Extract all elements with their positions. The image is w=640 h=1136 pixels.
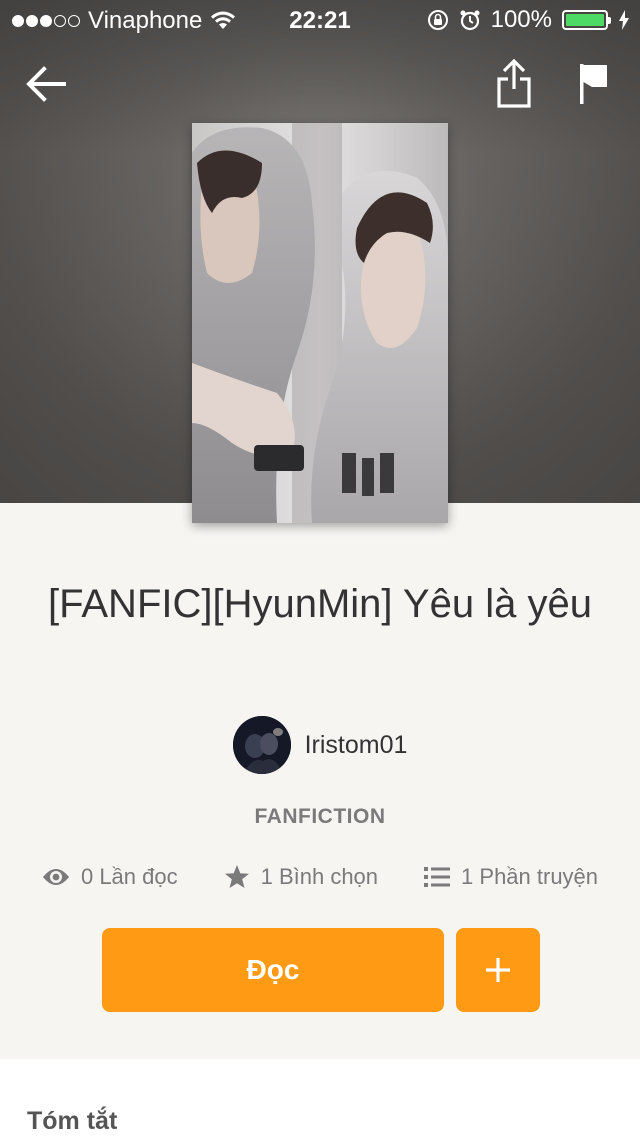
status-bar: Vinaphone 22:21 100% xyxy=(0,0,640,40)
plus-icon xyxy=(486,958,510,982)
author-name[interactable]: Iristom01 xyxy=(305,731,408,760)
avatar[interactable] xyxy=(232,716,291,774)
votes-stat: 1 Bình chọn xyxy=(224,864,378,890)
parts-stat: 1 Phần truyện xyxy=(424,864,598,890)
cover-illustration xyxy=(192,123,448,523)
eye-icon xyxy=(42,869,69,885)
battery-icon xyxy=(562,10,611,30)
flag-icon xyxy=(580,64,607,104)
read-button[interactable]: Đọc xyxy=(102,928,444,1012)
charging-icon xyxy=(619,10,629,30)
share-icon xyxy=(497,59,531,108)
back-button[interactable] xyxy=(18,56,74,112)
parts-count: 1 Phần truyện xyxy=(461,864,599,889)
votes-count: 1 Bình chọn xyxy=(260,864,379,889)
reads-stat: 0 Lần đọc xyxy=(42,864,178,890)
report-button[interactable] xyxy=(570,56,618,112)
share-button[interactable] xyxy=(490,56,538,112)
star-icon xyxy=(224,865,249,888)
alarm-icon xyxy=(460,10,480,31)
story-cover-image[interactable] xyxy=(192,123,448,523)
summary-section: Tóm tắt xyxy=(0,1059,640,1136)
story-category[interactable]: FANFICTION xyxy=(0,805,640,829)
list-icon xyxy=(424,867,451,887)
rotation-lock-icon xyxy=(427,10,448,30)
arrow-left-icon xyxy=(26,66,66,102)
story-title: [FANFIC][HyunMin] Yêu là yêu xyxy=(48,582,592,626)
battery-percent: 100% xyxy=(490,6,552,33)
author-row[interactable]: Iristom01 xyxy=(0,716,640,774)
summary-heading: Tóm tắt xyxy=(27,1107,118,1135)
reads-count: 0 Lần đọc xyxy=(80,864,178,889)
story-stats: 0 Lần đọc 1 Bình chọn 1 Phần truyện xyxy=(0,864,640,890)
add-to-library-button[interactable] xyxy=(456,928,540,1012)
